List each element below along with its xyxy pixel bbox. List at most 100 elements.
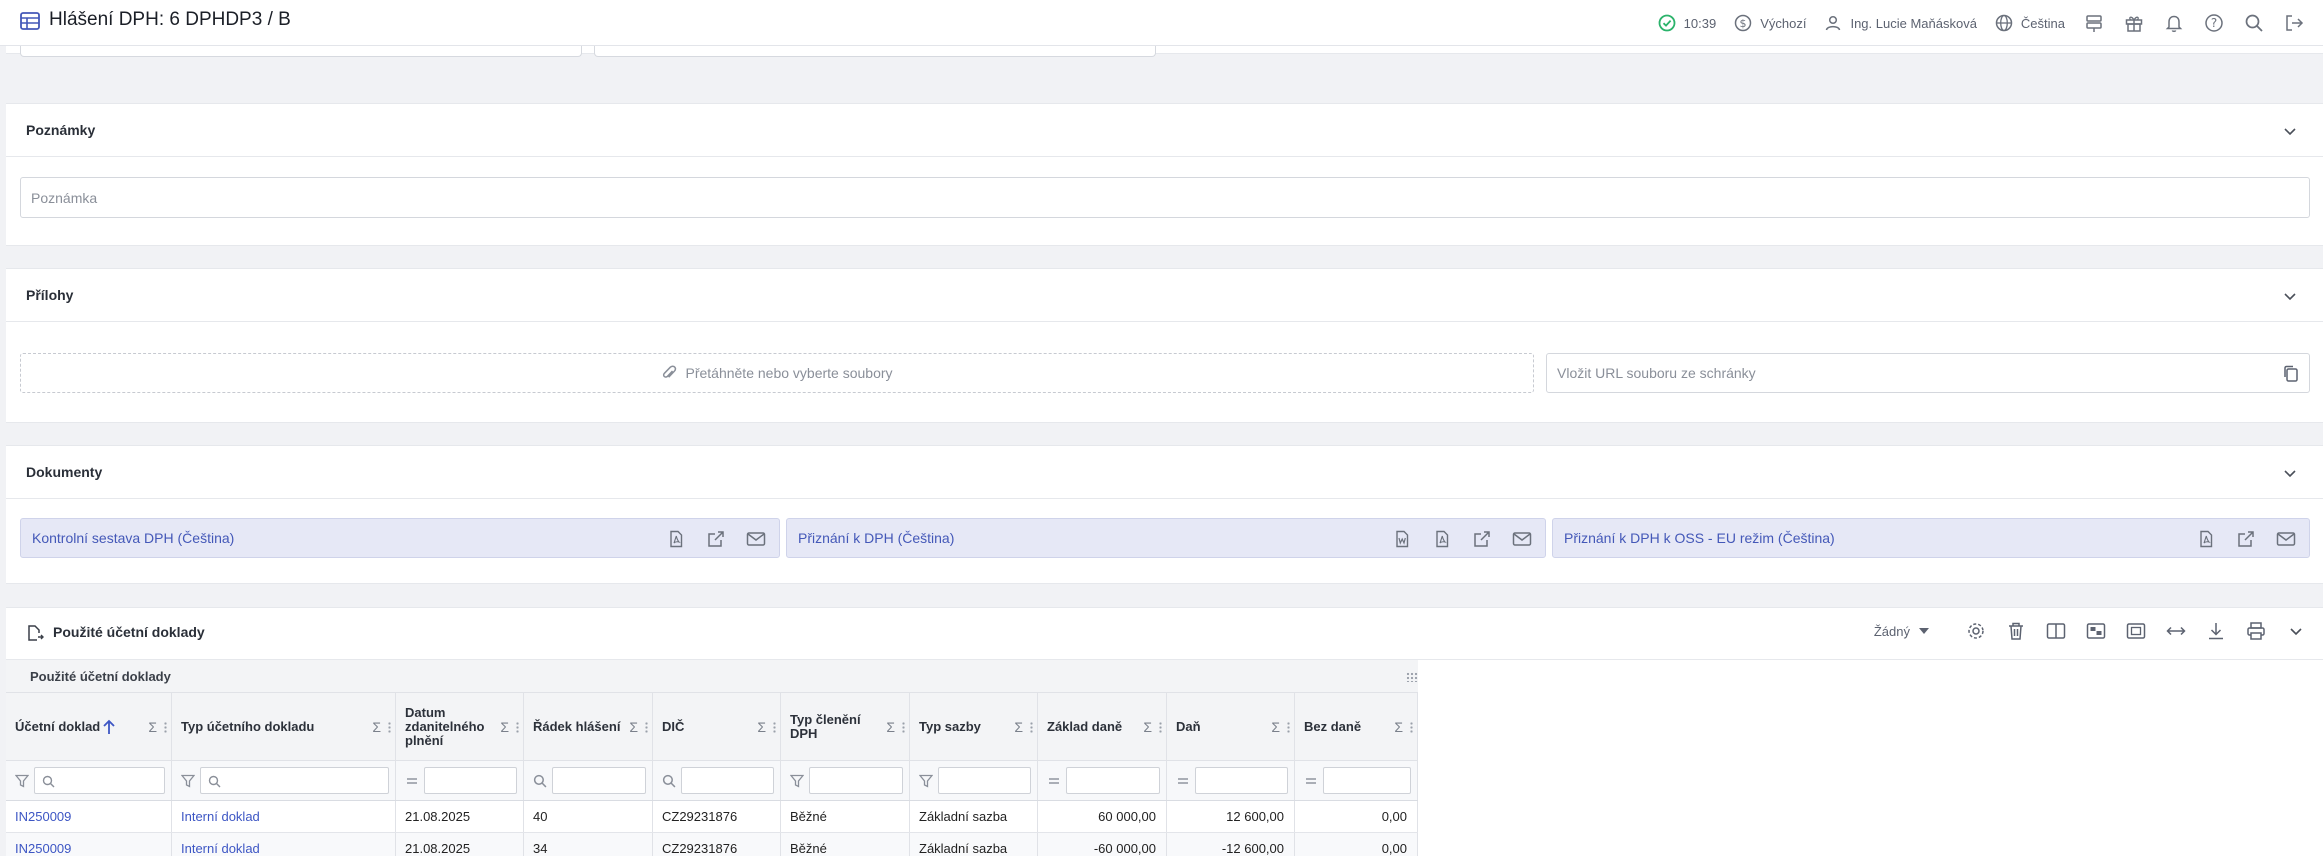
column-menu-icon[interactable]	[902, 721, 905, 732]
chevron-down-icon[interactable]	[2282, 465, 2298, 481]
search-icon[interactable]	[662, 774, 676, 788]
filter-input[interactable]	[424, 767, 517, 794]
column-header-doc-type[interactable]: Typ účetního dokladu Σ	[172, 693, 396, 760]
filter-icon[interactable]	[15, 774, 29, 788]
file-dropzone[interactable]: Přetáhněte nebo vyberte soubory	[20, 353, 1534, 393]
doc-type-link[interactable]: Interní doklad	[181, 809, 260, 824]
download-icon[interactable]	[2205, 620, 2227, 642]
bell-icon[interactable]	[2163, 12, 2185, 34]
status-time[interactable]: 10:39	[1658, 14, 1716, 32]
sum-icon[interactable]: Σ	[1143, 720, 1152, 734]
document-tile-oss-eu[interactable]: Přiznání k DPH k OSS - EU režim (Čeština…	[1552, 518, 2310, 558]
document-tile-vat-return[interactable]: Přiznání k DPH (Čeština)	[786, 518, 1546, 558]
column-header-accounting-doc[interactable]: Účetní doklad Σ	[6, 693, 172, 760]
column-header-tax-base[interactable]: Základ daně Σ	[1038, 693, 1167, 760]
gear-icon[interactable]	[1965, 620, 1987, 642]
attachments-header[interactable]: Přílohy	[6, 269, 2323, 322]
filter-input[interactable]	[681, 767, 774, 794]
document-label[interactable]: Přiznání k DPH (Čeština)	[798, 530, 954, 546]
currency-selector[interactable]: $ Výchozí	[1734, 14, 1806, 32]
column-menu-icon[interactable]	[1159, 721, 1162, 732]
previous-field-a[interactable]	[20, 46, 582, 57]
sum-icon[interactable]: Σ	[1394, 720, 1403, 734]
doc-type-link[interactable]: Interní doklad	[181, 841, 260, 856]
equals-icon[interactable]	[1047, 774, 1061, 788]
column-menu-icon[interactable]	[773, 721, 776, 732]
mail-icon[interactable]	[745, 528, 767, 550]
notes-header[interactable]: Poznámky	[6, 104, 2323, 157]
sum-icon[interactable]: Σ	[1014, 720, 1023, 734]
column-header-no-tax[interactable]: Bez daně Σ	[1295, 693, 1418, 760]
drag-handle-icon[interactable]	[1406, 672, 1418, 682]
sum-icon[interactable]: Σ	[148, 720, 157, 734]
sort-ascending-icon[interactable]	[102, 719, 116, 735]
columns-icon[interactable]	[2045, 620, 2067, 642]
gift-icon[interactable]	[2123, 12, 2145, 34]
filter-input[interactable]	[34, 767, 165, 794]
column-header-tax[interactable]: Daň Σ	[1167, 693, 1295, 760]
column-menu-icon[interactable]	[1030, 721, 1033, 732]
filter-input[interactable]	[1066, 767, 1160, 794]
filter-input[interactable]	[1323, 767, 1411, 794]
filter-input[interactable]	[552, 767, 646, 794]
sum-icon[interactable]: Σ	[886, 720, 895, 734]
view-select[interactable]: Žádný	[1874, 624, 1929, 639]
document-label[interactable]: Přiznání k DPH k OSS - EU režim (Čeština…	[1564, 530, 1835, 546]
column-menu-icon[interactable]	[516, 721, 519, 732]
column-header-vat-id[interactable]: DIČ Σ	[653, 693, 781, 760]
filter-input[interactable]	[938, 767, 1031, 794]
word-doc-icon[interactable]	[1391, 528, 1413, 550]
chevron-down-icon[interactable]	[2282, 123, 2298, 139]
sum-icon[interactable]: Σ	[757, 720, 766, 734]
search-icon[interactable]	[533, 774, 547, 788]
column-menu-icon[interactable]	[164, 721, 167, 732]
filter-input[interactable]	[1195, 767, 1288, 794]
search-icon[interactable]	[2243, 12, 2265, 34]
logout-icon[interactable]	[2283, 12, 2305, 34]
external-link-icon[interactable]	[705, 528, 727, 550]
sum-icon[interactable]: Σ	[372, 720, 381, 734]
sum-icon[interactable]: Σ	[629, 720, 638, 734]
print-icon[interactable]	[2245, 620, 2267, 642]
equals-icon[interactable]	[1176, 774, 1190, 788]
language-selector[interactable]: Čeština	[1995, 14, 2065, 32]
column-header-taxable-date[interactable]: Datum zdanitelného plnění Σ	[396, 693, 524, 760]
expand-width-icon[interactable]	[2165, 620, 2187, 642]
chevron-down-icon[interactable]	[2282, 288, 2298, 304]
mail-icon[interactable]	[1511, 528, 1533, 550]
column-header-vat-split[interactable]: Typ členění DPH Σ	[781, 693, 910, 760]
user-menu[interactable]: Ing. Lucie Maňásková	[1824, 14, 1977, 32]
column-menu-icon[interactable]	[645, 721, 648, 732]
filter-input[interactable]	[809, 767, 903, 794]
pdf-icon[interactable]	[2195, 528, 2217, 550]
column-header-rate-type[interactable]: Typ sazby Σ	[910, 693, 1038, 760]
chevron-down-icon[interactable]	[2285, 620, 2307, 642]
help-icon[interactable]: ?	[2203, 12, 2225, 34]
doc-link[interactable]: IN250009	[15, 841, 71, 856]
previous-field-b[interactable]	[594, 46, 1156, 57]
external-link-icon[interactable]	[1471, 528, 1493, 550]
pdf-icon[interactable]	[1431, 528, 1453, 550]
mail-icon[interactable]	[2275, 528, 2297, 550]
document-label[interactable]: Kontrolní sestava DPH (Čeština)	[32, 530, 234, 546]
column-menu-icon[interactable]	[1410, 721, 1413, 732]
table-row[interactable]: IN250009 Interní doklad 21.08.2025 40 CZ…	[6, 801, 1418, 833]
trash-icon[interactable]	[2005, 620, 2027, 642]
column-menu-icon[interactable]	[1287, 721, 1290, 732]
table-row[interactable]: IN250009 Interní doklad 21.08.2025 34 CZ…	[6, 833, 1418, 856]
documents-header[interactable]: Dokumenty	[6, 446, 2323, 499]
external-link-icon[interactable]	[2235, 528, 2257, 550]
file-url-input[interactable]: Vložit URL souboru ze schránky	[1546, 353, 2310, 393]
sum-icon[interactable]: Σ	[500, 720, 509, 734]
filter-input[interactable]	[200, 767, 389, 794]
equals-icon[interactable]	[1304, 774, 1318, 788]
signpost-icon[interactable]	[2083, 12, 2105, 34]
note-input[interactable]: Poznámka	[20, 177, 2310, 218]
filter-icon[interactable]	[181, 774, 195, 788]
sum-icon[interactable]: Σ	[1271, 720, 1280, 734]
pdf-icon[interactable]	[665, 528, 687, 550]
document-tile-control-report[interactable]: Kontrolní sestava DPH (Čeština)	[20, 518, 780, 558]
paste-icon[interactable]	[2283, 365, 2299, 383]
filter-icon[interactable]	[790, 774, 804, 788]
layout-icon[interactable]	[2085, 620, 2107, 642]
